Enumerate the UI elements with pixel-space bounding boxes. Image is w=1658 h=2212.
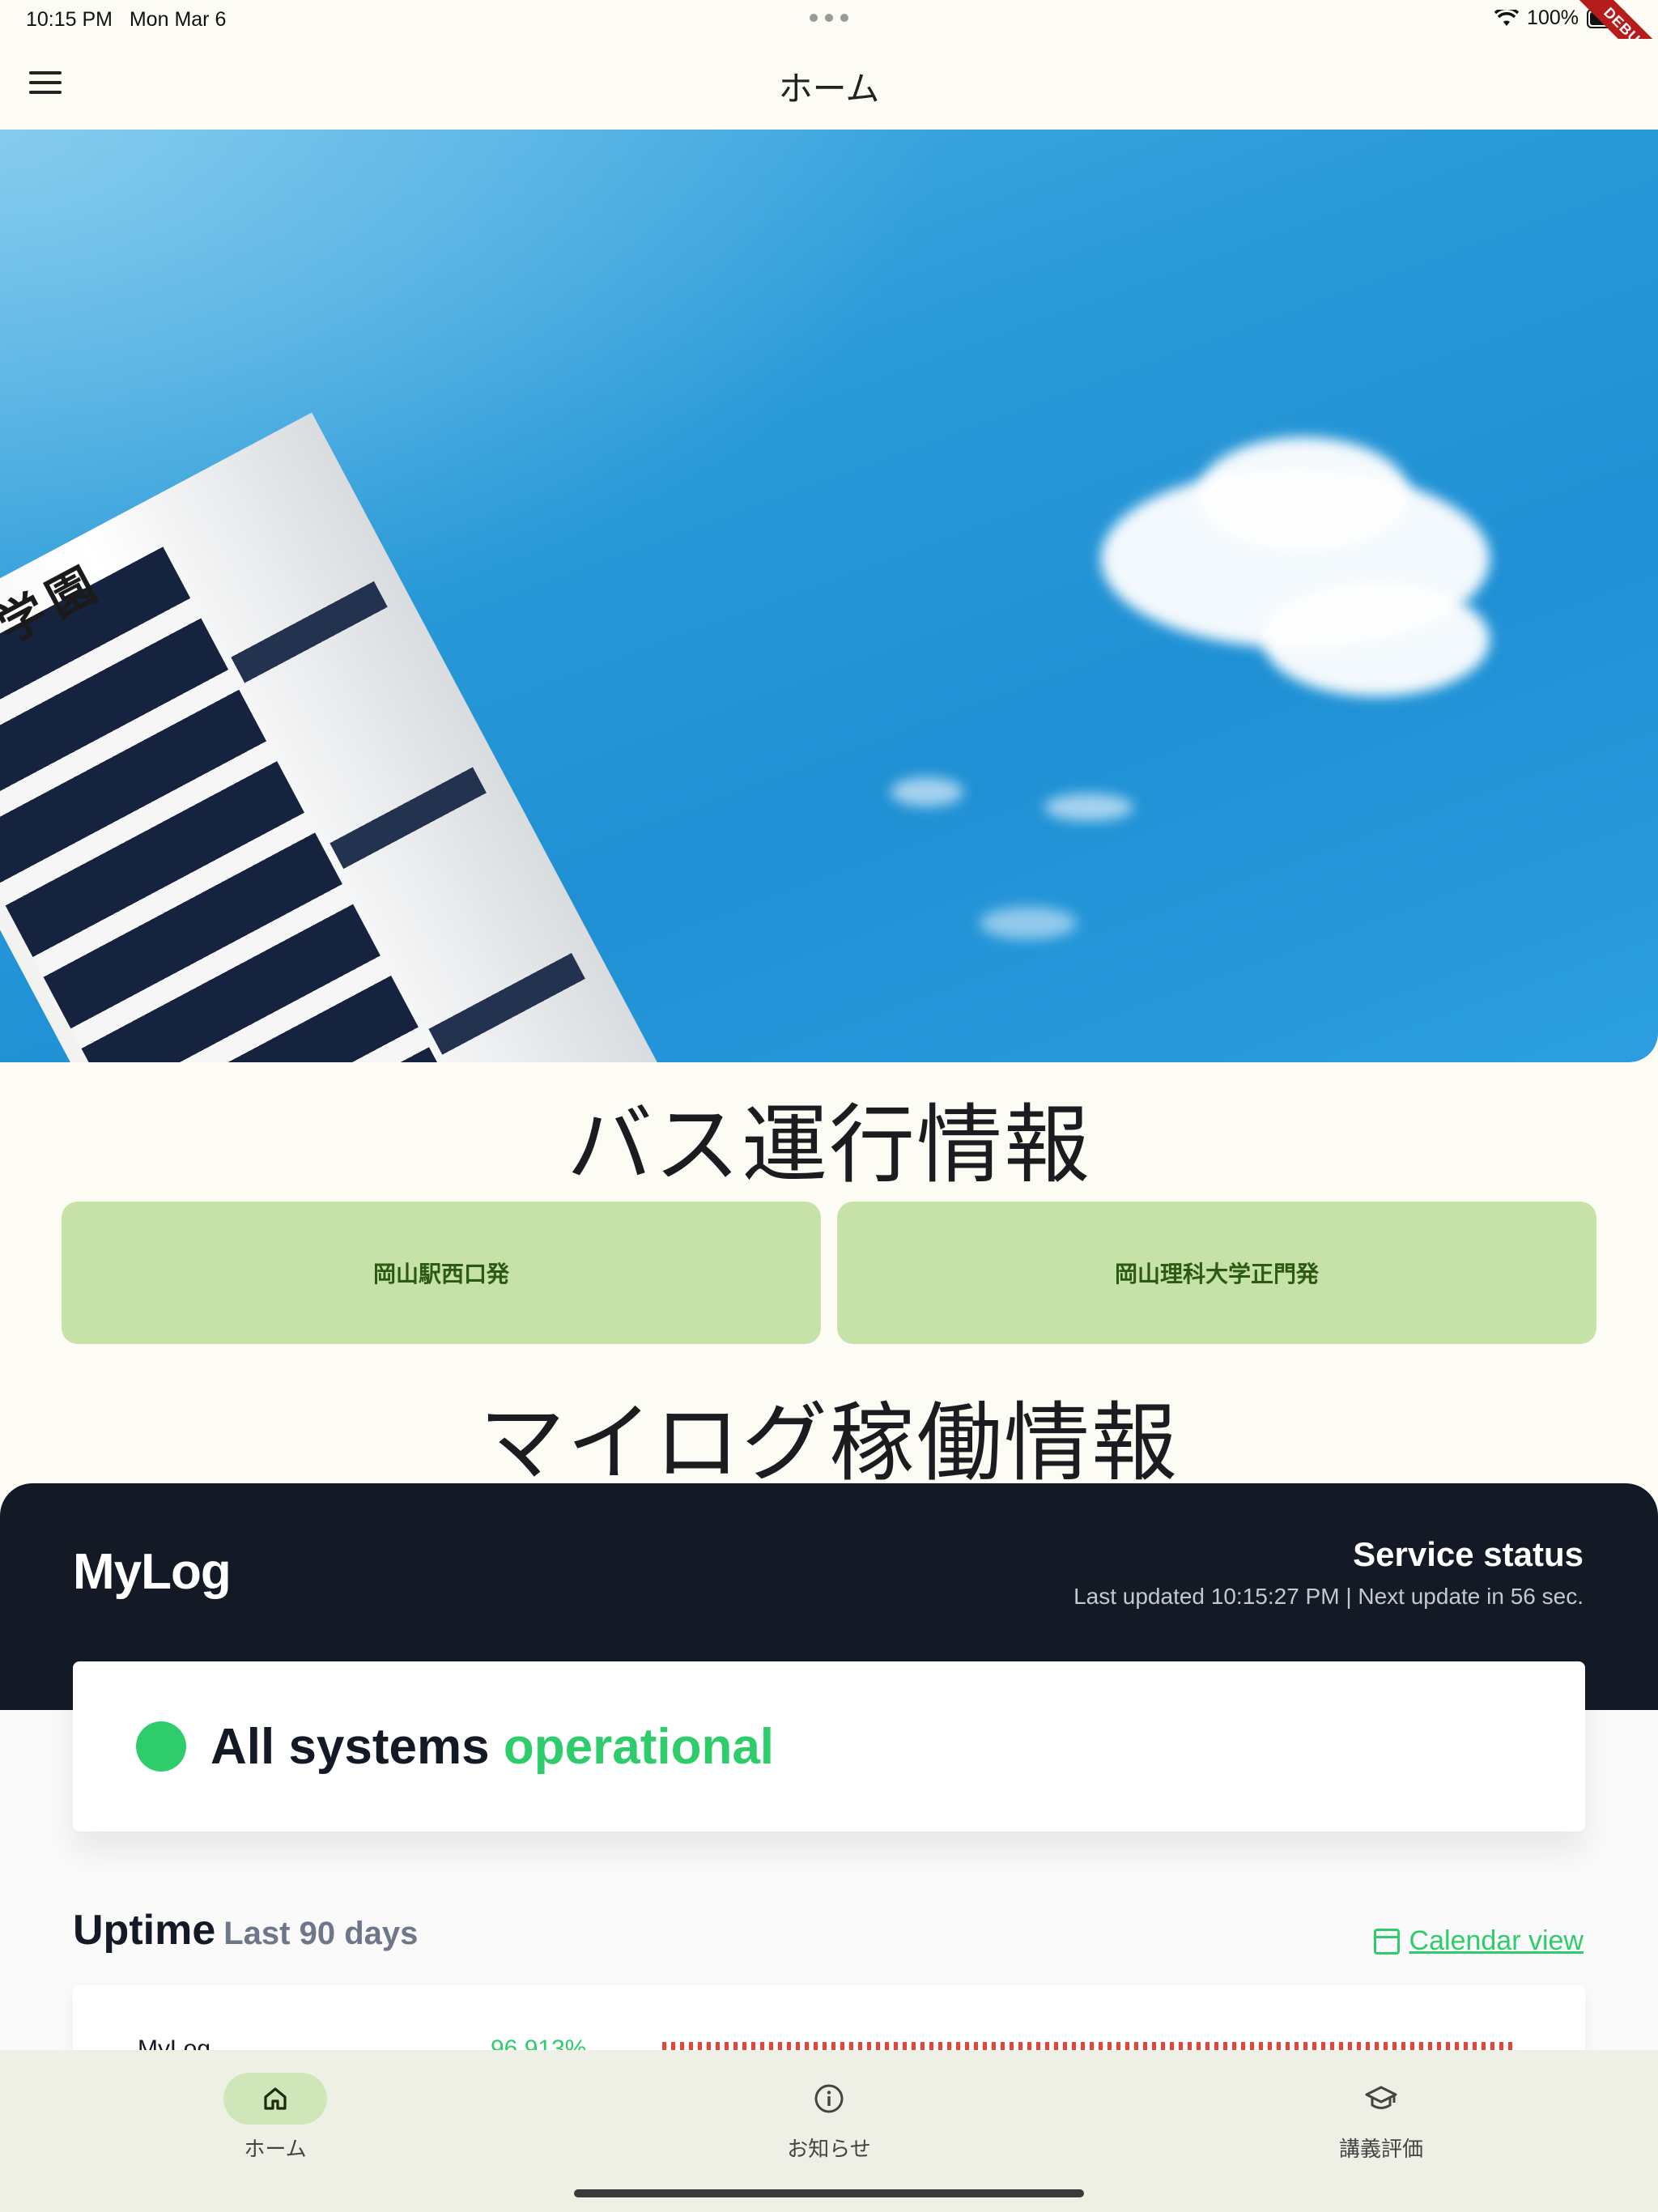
mylog-logo: MyLog xyxy=(73,1544,232,1600)
uptime-heading: Uptime Last 90 days xyxy=(73,1906,418,1955)
nav-item-course-evaluation[interactable]: 講義評価 xyxy=(1276,2073,1486,2163)
battery-percentage: 100% xyxy=(1527,6,1579,29)
status-ok-indicator xyxy=(136,1721,186,1772)
calendar-icon xyxy=(1373,1928,1400,1955)
status-clock: 10:15 PM xyxy=(26,8,113,31)
calendar-view-link[interactable]: Calendar view xyxy=(1373,1925,1584,1957)
bottom-navigation-bar: ホーム お知らせ 講義評価 xyxy=(0,2050,1658,2212)
uptime-range: Last 90 days xyxy=(223,1916,419,1951)
nav-label-home: ホーム xyxy=(244,2137,307,2161)
nav-item-notices[interactable]: お知らせ xyxy=(724,2073,934,2163)
home-icon xyxy=(264,2087,287,2110)
mylog-section-title: マイログ稼働情報 xyxy=(479,1396,1179,1491)
graduation-cap-icon xyxy=(1365,2086,1397,2109)
wifi-icon xyxy=(1494,9,1520,26)
nav-label-course-evaluation: 講義評価 xyxy=(1338,2137,1423,2161)
bus-okayama-station-button[interactable]: 岡山駅西口発 xyxy=(62,1202,821,1344)
uptime-title: Uptime xyxy=(73,1907,216,1954)
bus-ous-main-gate-button[interactable]: 岡山理科大学正門発 xyxy=(837,1202,1596,1344)
last-updated-text: Last updated 10:15:27 PM | Next update i… xyxy=(1073,1584,1584,1609)
nav-item-home[interactable]: ホーム xyxy=(170,2073,380,2163)
info-icon xyxy=(814,2084,844,2113)
bus-section-title: バス運行情報 xyxy=(567,1098,1091,1193)
app-bar: ホーム xyxy=(0,39,1658,130)
service-status-title: Service status xyxy=(1353,1535,1584,1573)
overall-status-word: operational xyxy=(503,1719,775,1775)
overall-status-text: All systems operational xyxy=(210,1718,774,1776)
status-bar: 10:15 PM Mon Mar 6 100% DEBUG xyxy=(0,0,1658,87)
overall-status-prefix: All systems xyxy=(210,1719,490,1775)
nav-label-notices: お知らせ xyxy=(787,2137,871,2161)
status-date: Mon Mar 6 xyxy=(129,8,227,31)
multitasking-dots-icon[interactable] xyxy=(810,10,848,26)
status-time: 10:15 PM Mon Mar 6 xyxy=(26,8,226,32)
home-indicator[interactable] xyxy=(574,2189,1084,2197)
calendar-link-label: Calendar view xyxy=(1409,1925,1584,1956)
hero-image: 加計学園 xyxy=(0,130,1658,1062)
page-title: ホーム xyxy=(778,70,880,108)
